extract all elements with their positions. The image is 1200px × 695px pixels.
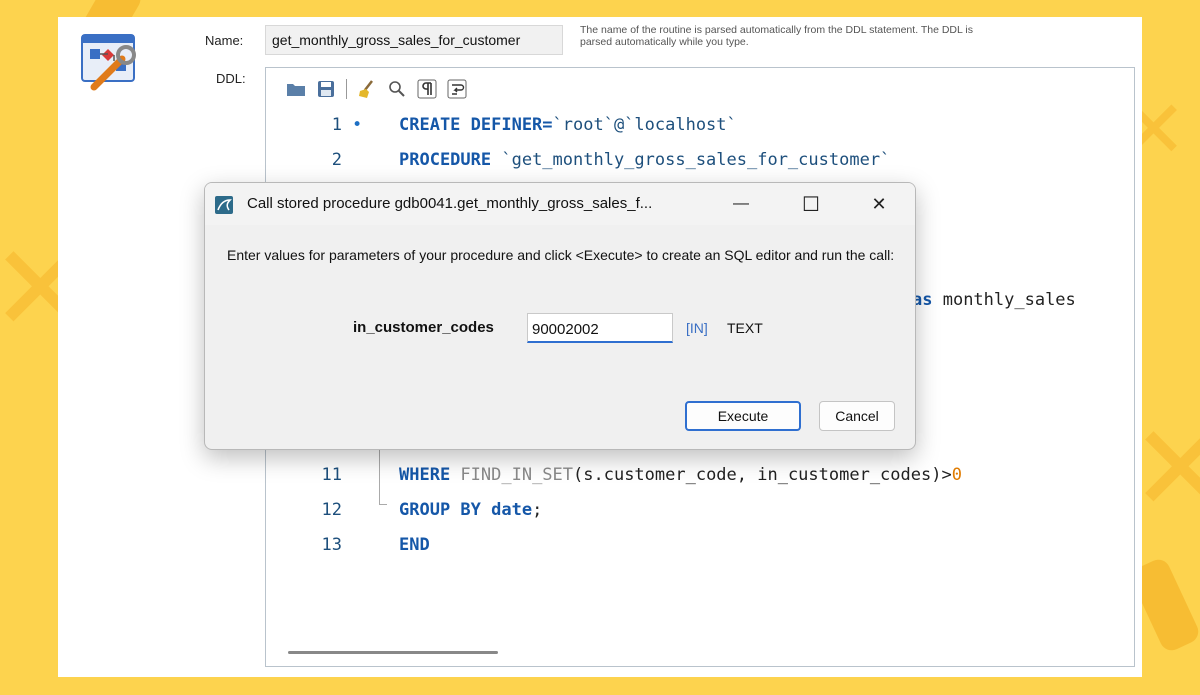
mysql-workbench-icon (215, 196, 233, 214)
maximize-icon: ☐ (802, 193, 820, 216)
dialog-title: Call stored procedure gdb0041.get_monthl… (247, 195, 653, 212)
search-icon[interactable] (385, 77, 409, 101)
dialog-message: Enter values for parameters of your proc… (227, 247, 895, 263)
code-token: 0 (951, 465, 962, 485)
breakpoint-marker[interactable]: • (352, 111, 362, 139)
save-icon[interactable] (314, 77, 338, 101)
close-icon: ✕ (871, 193, 887, 214)
call-procedure-dialog: Call stored procedure gdb0041.get_monthl… (204, 182, 916, 450)
code-token: (s.customer_code, in_customer_codes)> (573, 465, 952, 485)
pilcrow-icon[interactable] (415, 77, 439, 101)
maximize-button[interactable]: ☐ (791, 189, 831, 219)
line-number: 12 (321, 500, 342, 520)
toolbar-separator (346, 79, 347, 99)
code-token: END (399, 535, 430, 555)
code-token: date (491, 500, 533, 520)
dialog-titlebar[interactable]: Call stored procedure gdb0041.get_monthl… (205, 183, 915, 225)
minimize-icon: — (733, 195, 749, 212)
cancel-button[interactable]: Cancel (819, 401, 895, 431)
code-token: FIND_IN_SET (460, 465, 574, 485)
line-number: 11 (321, 465, 342, 485)
ddl-label: DDL: (216, 71, 246, 86)
code-line: 13 END (266, 531, 1126, 559)
folder-icon[interactable] (284, 77, 308, 101)
line-number: 1 (331, 115, 342, 135)
code-token: CREATE DEFINER= (399, 115, 553, 135)
routine-icon (81, 34, 136, 91)
code-token: monthly_sales (932, 290, 1076, 310)
close-button[interactable]: ✕ (859, 189, 899, 219)
code-line: 12 GROUP BY date; (266, 496, 1126, 524)
broom-icon[interactable] (355, 77, 379, 101)
editor-toolbar (284, 74, 469, 104)
code-text: CREATE DEFINER=`root`@`localhost` (399, 111, 737, 139)
code-text: GROUP BY date; (399, 496, 542, 524)
code-text: PROCEDURE `get_monthly_gross_sales_for_c… (399, 146, 890, 174)
horizontal-scrollbar[interactable] (288, 651, 498, 654)
code-token: `root`@`localhost` (552, 115, 737, 135)
code-token: WHERE (399, 465, 461, 485)
execute-button[interactable]: Execute (685, 401, 801, 431)
name-hint: The name of the routine is parsed automa… (580, 24, 973, 48)
routine-name-field[interactable]: get_monthly_gross_sales_for_customer (265, 25, 563, 55)
name-label: Name: (205, 33, 244, 48)
code-token: GROUP BY (399, 500, 492, 520)
param-label: in_customer_codes (353, 319, 494, 336)
code-token: `get_monthly_gross_sales_for_customer` (501, 150, 891, 170)
line-number: 13 (321, 535, 342, 555)
code-line: 1 • CREATE DEFINER=`root`@`localhost` (266, 111, 1126, 139)
code-text: as monthly_sales (912, 286, 1076, 314)
param-type: TEXT (727, 320, 763, 336)
fold-guide-end (379, 504, 387, 505)
line-number: 2 (331, 150, 342, 170)
code-token: ; (532, 500, 543, 520)
minimize-button[interactable]: — (721, 189, 761, 219)
code-text: WHERE FIND_IN_SET(s.customer_code, in_cu… (399, 461, 962, 489)
param-value-input[interactable] (527, 313, 673, 343)
code-line: 2 PROCEDURE `get_monthly_gross_sales_for_… (266, 146, 1126, 174)
code-token: PROCEDURE (399, 150, 502, 170)
code-line: 11 WHERE FIND_IN_SET(s.customer_code, in_… (266, 461, 1126, 489)
wrap-icon[interactable] (445, 77, 469, 101)
param-direction: [IN] (686, 320, 708, 336)
code-text: END (399, 531, 430, 559)
